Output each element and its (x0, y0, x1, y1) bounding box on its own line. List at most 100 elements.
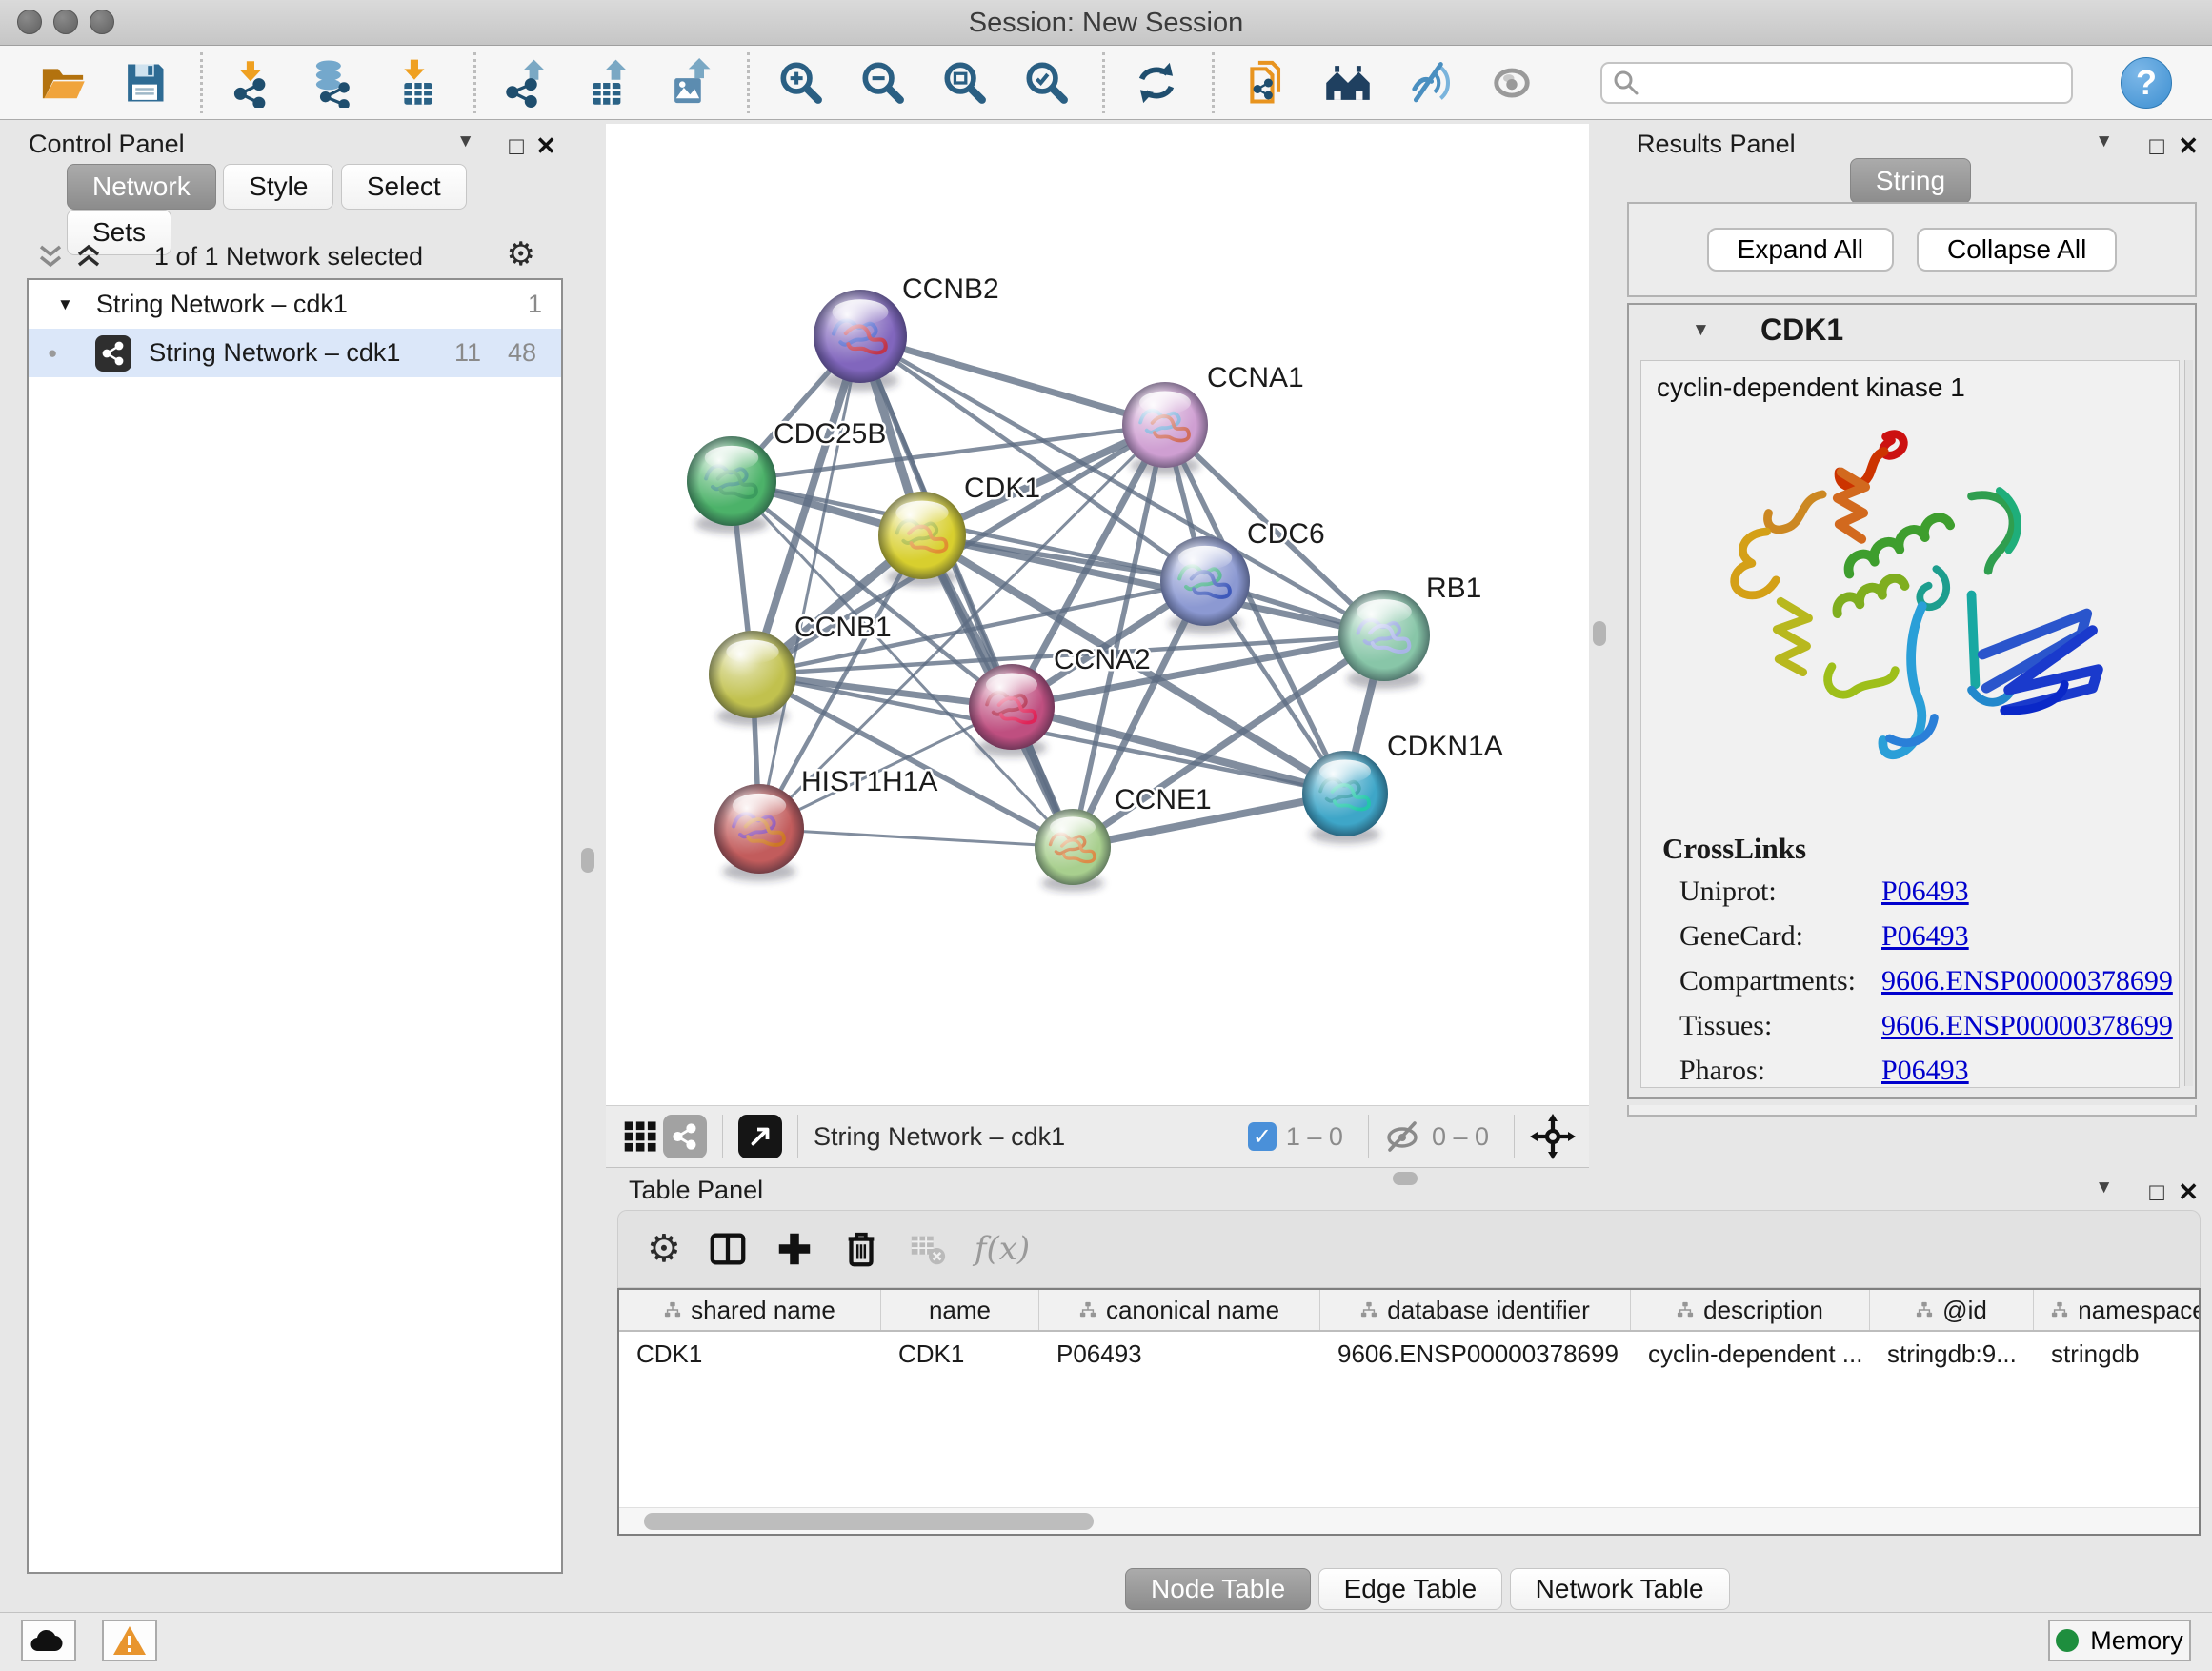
results-scrollbar[interactable] (2184, 360, 2193, 1086)
network-share-view-icon[interactable] (663, 1115, 707, 1158)
column-header-3[interactable]: database identifier (1320, 1290, 1631, 1330)
network-node-ccna1[interactable] (1122, 382, 1208, 468)
network-edge[interactable] (922, 535, 1384, 635)
table-panel-float-icon[interactable]: □ (2149, 1178, 2164, 1207)
grid-view-icon[interactable] (619, 1115, 663, 1158)
network-options-gear-icon[interactable]: ⚙ (507, 238, 535, 271)
help-button[interactable]: ? (2121, 57, 2172, 109)
crosslink-tissues-link[interactable]: 9606.ENSP00000378699 (1881, 1010, 2173, 1042)
crosslink-genecard-link[interactable]: P06493 (1881, 920, 1969, 953)
table-cell[interactable]: cyclin-dependent ... (1631, 1332, 1870, 1376)
network-collection-row[interactable]: ▼ String Network – cdk1 1 (29, 280, 561, 329)
network-node-ccna2[interactable] (969, 664, 1055, 750)
home-icon[interactable] (1321, 56, 1375, 110)
table-cell[interactable]: stringdb:9... (1870, 1332, 2034, 1376)
horizontal-splitter-handle[interactable] (1393, 1172, 1418, 1185)
column-header-1[interactable]: name (881, 1290, 1039, 1330)
network-node-ccnb2[interactable] (814, 290, 907, 383)
column-header-2[interactable]: canonical name (1039, 1290, 1320, 1330)
node-table[interactable]: shared namenamecanonical namedatabase id… (617, 1288, 2201, 1536)
network-node-cdk1[interactable] (878, 492, 966, 579)
collapse-all-button[interactable]: Collapse All (1917, 228, 2117, 272)
network-edge[interactable] (759, 336, 860, 829)
add-column-icon[interactable] (774, 1229, 814, 1269)
column-header-4[interactable]: description (1631, 1290, 1870, 1330)
save-session-button[interactable] (118, 56, 171, 110)
clone-network-button[interactable] (1239, 56, 1293, 110)
results-panel-menu-icon[interactable]: ▼ (2095, 131, 2113, 152)
table-panel-menu-icon[interactable]: ▼ (2095, 1178, 2113, 1198)
column-header-5[interactable]: @id (1870, 1290, 2034, 1330)
crosslink-uniprot-link[interactable]: P06493 (1881, 876, 1969, 908)
collection-expander-icon[interactable]: ▼ (57, 295, 73, 314)
table-h-scrollbar[interactable] (619, 1507, 2199, 1534)
open-session-button[interactable] (36, 56, 90, 110)
network-node-rb1[interactable] (1338, 590, 1430, 681)
network-node-ccnb1[interactable] (709, 631, 796, 718)
control-panel-menu-icon[interactable]: ▼ (456, 131, 474, 152)
delete-column-icon[interactable] (841, 1229, 881, 1269)
import-network-from-database-button[interactable] (310, 56, 363, 110)
scrollbar-thumb[interactable] (644, 1513, 1094, 1530)
birds-eye-view-button[interactable] (1485, 56, 1538, 110)
show-columns-icon[interactable] (708, 1229, 748, 1269)
warning-button[interactable] (102, 1620, 157, 1661)
table-cell[interactable]: CDK1 (619, 1332, 881, 1376)
network-node-ccne1[interactable] (1035, 809, 1111, 885)
network-edge[interactable] (860, 336, 1384, 635)
search-icon (1612, 69, 1640, 97)
tab-edge-table[interactable]: Edge Table (1318, 1568, 1503, 1610)
column-header-0[interactable]: shared name (619, 1290, 881, 1330)
entry-collapse-icon[interactable]: ▼ (1692, 320, 1710, 341)
results-panel-float-icon[interactable]: □ (2149, 131, 2164, 161)
fit-content-button[interactable] (938, 56, 992, 110)
refresh-button[interactable] (1130, 56, 1183, 110)
import-table-button[interactable] (392, 56, 445, 110)
hide-annotations-button[interactable] (1403, 56, 1457, 110)
tab-node-table[interactable]: Node Table (1125, 1568, 1311, 1610)
tab-select[interactable]: Select (341, 164, 467, 210)
memory-button[interactable]: Memory (2048, 1620, 2191, 1661)
export-image-button[interactable] (665, 56, 718, 110)
export-table-button[interactable] (583, 56, 636, 110)
crosslink-compartments-link[interactable]: 9606.ENSP00000378699 (1881, 965, 2173, 997)
table-cell[interactable]: P06493 (1039, 1332, 1320, 1376)
crosslink-pharos-link[interactable]: P06493 (1881, 1055, 1969, 1087)
network-edge[interactable] (759, 829, 1073, 847)
open-in-window-icon[interactable] (738, 1115, 782, 1158)
table-panel-close-icon[interactable]: ✕ (2178, 1178, 2199, 1207)
tab-string[interactable]: String (1850, 158, 1971, 204)
tab-network-table[interactable]: Network Table (1510, 1568, 1730, 1610)
control-panel-close-icon[interactable]: ✕ (535, 131, 556, 161)
table-cell[interactable]: stringdb (2034, 1332, 2201, 1376)
table-options-gear-icon[interactable]: ⚙ (647, 1233, 681, 1265)
network-view[interactable]: CCNB2CCNA1CDC25BCDK1CDC6RB1CCNB1CCNA2CDK… (606, 124, 1589, 1105)
network-edge[interactable] (860, 336, 1165, 425)
move-crosshair-icon[interactable] (1530, 1114, 1576, 1159)
selected-checkbox-icon[interactable]: ✓ (1248, 1122, 1277, 1151)
table-cell[interactable]: CDK1 (881, 1332, 1039, 1376)
control-panel-float-icon[interactable]: □ (509, 131, 524, 161)
import-network-button[interactable] (228, 56, 281, 110)
network-row[interactable]: ● String Network – cdk1 11 48 (29, 329, 561, 377)
table-cell[interactable]: 9606.ENSP00000378699 (1320, 1332, 1631, 1376)
network-node-cdc25b[interactable] (687, 436, 776, 526)
cloud-button[interactable] (21, 1620, 76, 1661)
network-node-cdkn1a[interactable] (1302, 751, 1388, 836)
left-splitter-handle[interactable] (581, 848, 594, 873)
zoom-selected-button[interactable] (1020, 56, 1074, 110)
table-tabs: Node Table Edge Table Network Table (1125, 1568, 1733, 1610)
network-node-cdc6[interactable] (1160, 536, 1250, 626)
tab-network[interactable]: Network (67, 164, 216, 210)
search-input[interactable] (1640, 67, 2061, 98)
results-panel-title: Results Panel (1637, 130, 1796, 159)
tab-style[interactable]: Style (223, 164, 333, 210)
zoom-out-button[interactable] (856, 56, 910, 110)
expand-all-button[interactable]: Expand All (1707, 228, 1894, 272)
right-splitter-handle[interactable] (1593, 621, 1606, 646)
column-header-6[interactable]: namespace (2034, 1290, 2201, 1330)
zoom-in-button[interactable] (774, 56, 828, 110)
export-network-button[interactable] (501, 56, 554, 110)
results-panel-close-icon[interactable]: ✕ (2178, 131, 2199, 161)
network-node-hist1h1a[interactable] (714, 784, 804, 874)
